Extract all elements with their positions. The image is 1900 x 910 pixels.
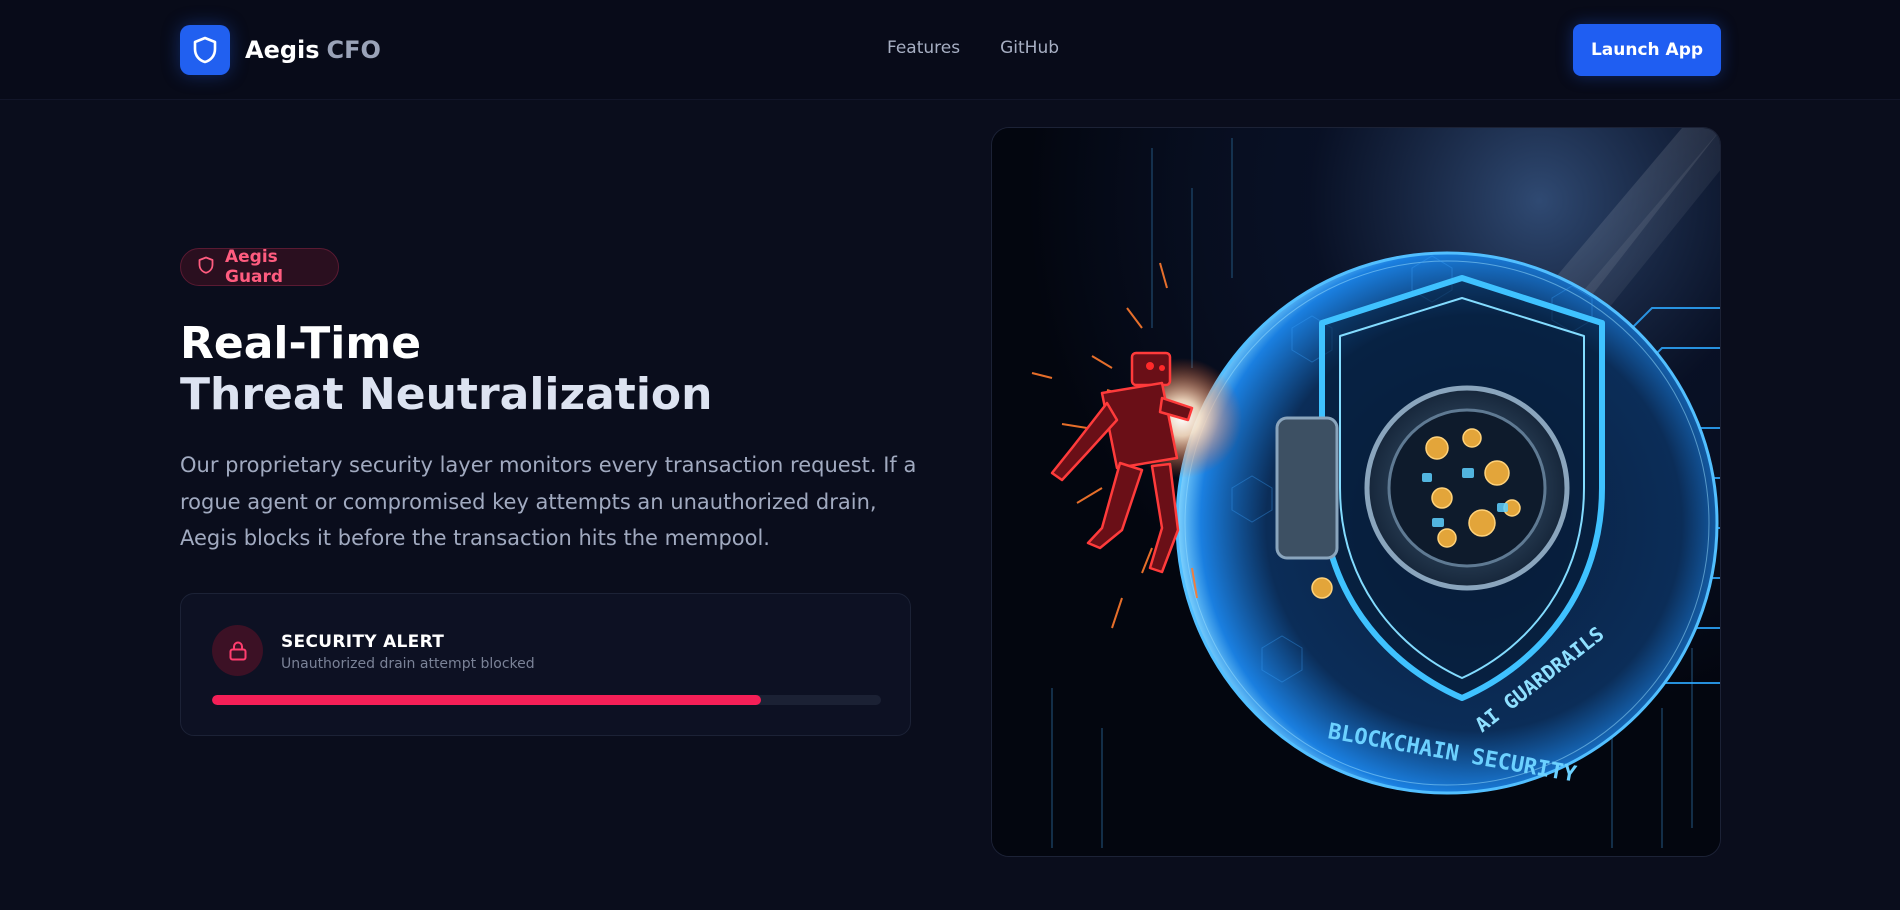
top-navbar: Aegis CFO Features GitHub Launch App xyxy=(0,0,1900,100)
hero-illustration: AI GUARDRAILS BLOCKCHAIN SECURITY xyxy=(991,127,1721,857)
launch-app-button[interactable]: Launch App xyxy=(1573,24,1721,76)
security-alert-card: SECURITY ALERT Unauthorized drain attemp… xyxy=(180,593,911,736)
shield-icon xyxy=(180,25,230,75)
aegis-guard-badge: Aegis Guard xyxy=(180,247,339,287)
brand-suffix: CFO xyxy=(326,36,381,64)
lock-icon xyxy=(212,625,263,676)
badge-label: Aegis Guard xyxy=(225,247,284,287)
threat-progress-bar xyxy=(212,695,881,705)
headline-line-1: Real-Time xyxy=(180,318,422,369)
nav-links: Features GitHub xyxy=(887,38,1059,58)
alert-title: SECURITY ALERT xyxy=(281,632,445,652)
alert-subtitle: Unauthorized drain attempt blocked xyxy=(281,656,535,672)
page-title: Real-Time Threat Neutralization xyxy=(180,318,712,420)
threat-progress-fill xyxy=(212,695,761,705)
hero-description: Our proprietary security layer monitors … xyxy=(180,453,917,550)
nav-link-github[interactable]: GitHub xyxy=(1000,38,1059,58)
shield-icon xyxy=(198,256,214,278)
headline-line-2: Threat Neutralization xyxy=(180,369,713,420)
nav-link-features[interactable]: Features xyxy=(887,38,960,58)
brand-logo[interactable]: Aegis CFO xyxy=(180,25,381,75)
brand-name: Aegis xyxy=(245,36,320,64)
